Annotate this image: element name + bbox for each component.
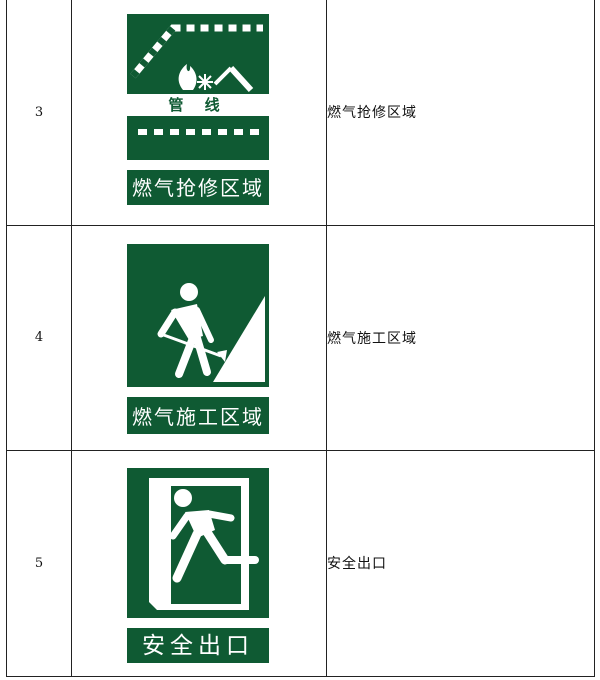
- sign-cell: 管 线 燃气抢修区域: [71, 0, 327, 226]
- row-number: 3: [6, 0, 72, 226]
- gas-construction-sign-icon: 燃气施工区域: [127, 243, 269, 434]
- row-number: 5: [6, 449, 72, 677]
- sign-caption: 安全出口: [142, 632, 254, 659]
- table-row: 4 燃气施工区域 燃气施工区域: [6, 224, 595, 451]
- sign-name: 燃气施工区域: [326, 224, 595, 451]
- sign-caption: 燃气施工区域: [132, 404, 264, 429]
- safety-exit-sign-icon: 安全出口: [127, 467, 269, 663]
- sign-cell: 燃气施工区域: [71, 224, 327, 451]
- gas-repair-sign-icon: 管 线 燃气抢修区域: [127, 14, 269, 205]
- pipe-label: 管 线: [168, 96, 228, 114]
- signs-table: 3 管 线 燃气抢修区域 燃气抢修区域 4 燃气施工区域 燃气施工区域 5 安全…: [6, 0, 595, 677]
- row-number: 4: [6, 224, 72, 451]
- table-row: 3 管 线 燃气抢修区域 燃气抢修区域: [6, 0, 595, 226]
- sign-name: 燃气抢修区域: [326, 0, 595, 226]
- sign-name: 安全出口: [326, 449, 595, 677]
- sign-caption: 燃气抢修区域: [132, 176, 264, 200]
- table-row: 5 安全出口 安全出口: [6, 449, 595, 677]
- sign-cell: 安全出口: [71, 449, 327, 677]
